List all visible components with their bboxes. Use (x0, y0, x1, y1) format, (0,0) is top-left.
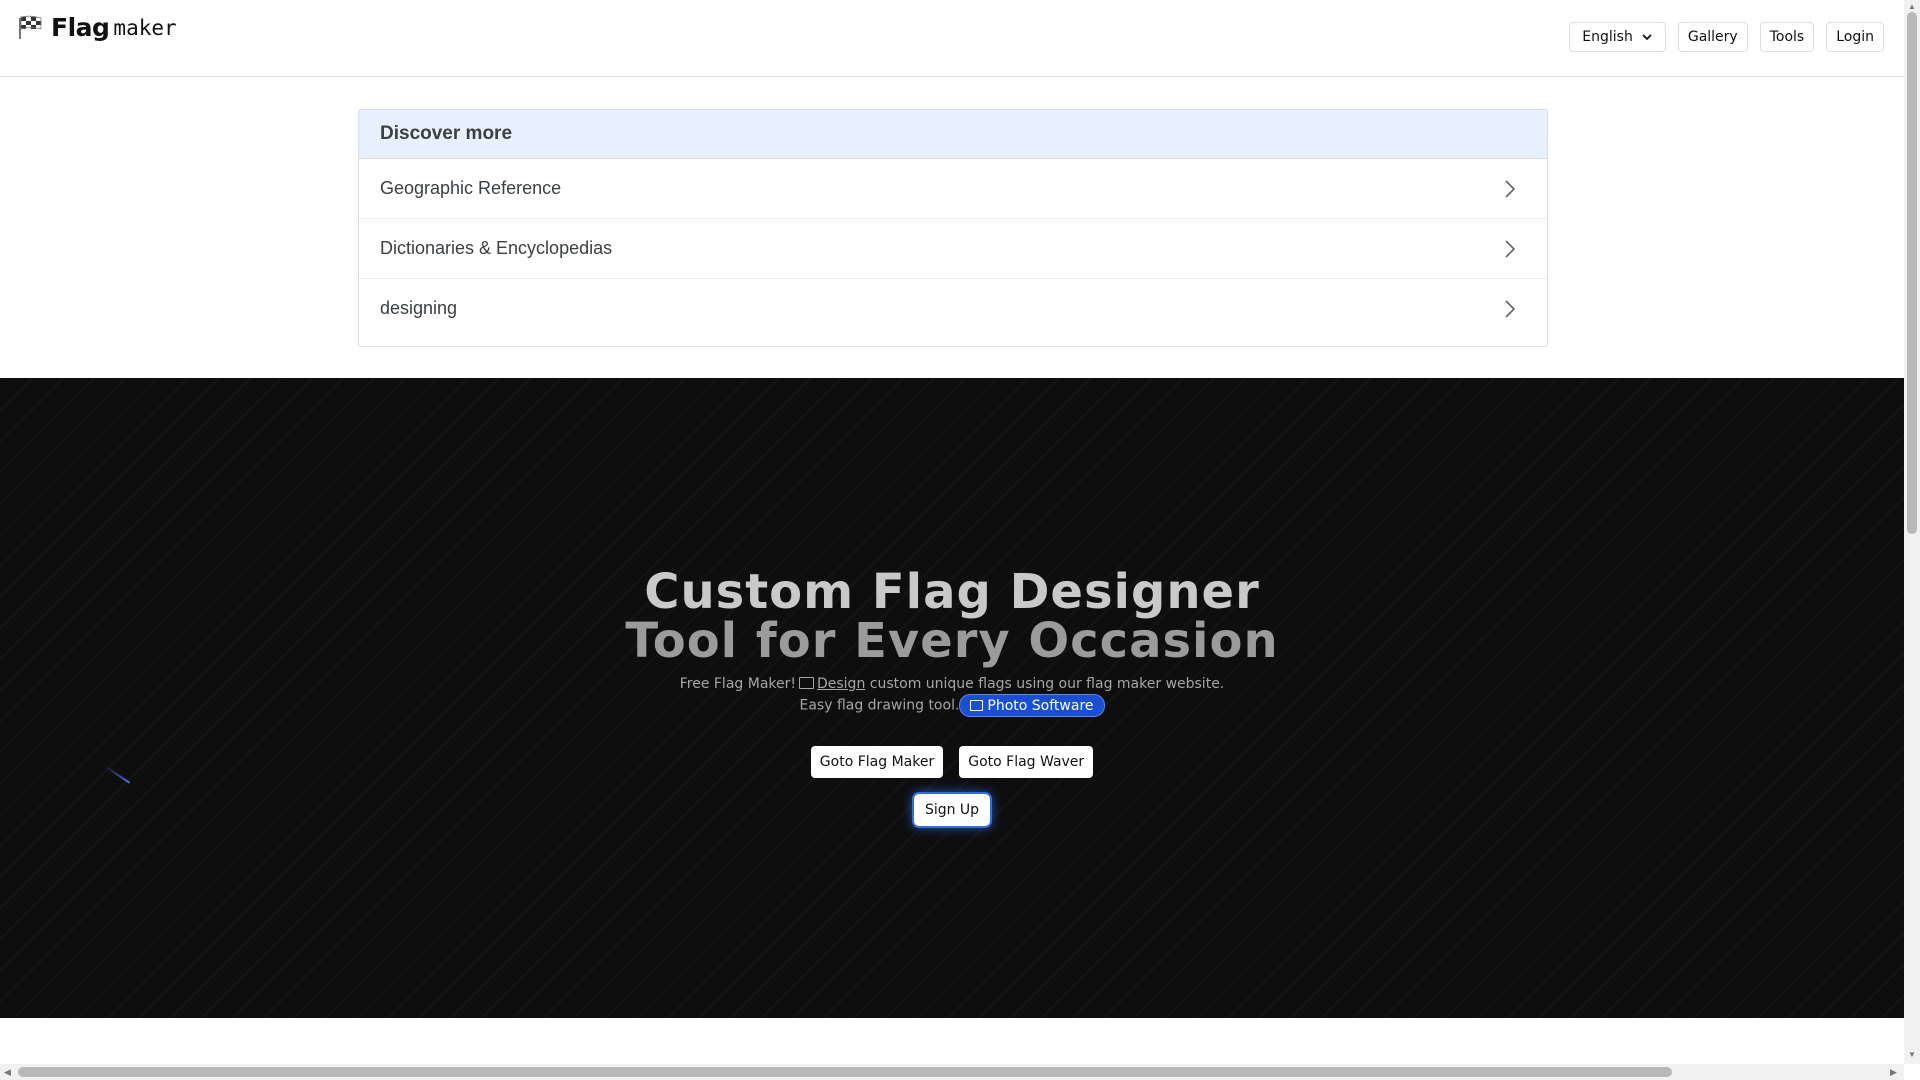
goto-flag-maker-button[interactable]: Goto Flag Maker (810, 746, 944, 778)
login-button[interactable]: Login (1826, 22, 1884, 52)
hero-section: Custom Flag Designer Tool for Every Occa… (0, 378, 1904, 1018)
hero-title-line2: Tool for Every Occasion (625, 613, 1279, 669)
nav-buttons: English Gallery Tools Login (1569, 22, 1884, 52)
vertical-scrollbar[interactable]: ▲ ▼ (1904, 0, 1920, 1064)
scroll-right-arrow-icon[interactable]: ▶ (1890, 1067, 1897, 1078)
discover-item-label: designing (380, 298, 458, 318)
discover-item-dictionaries[interactable]: Dictionaries & Encyclopedias (359, 219, 1547, 279)
language-label: English (1582, 29, 1633, 45)
goto-flag-waver-button[interactable]: Goto Flag Waver (959, 746, 1094, 778)
hero-title: Custom Flag Designer Tool for Every Occa… (0, 568, 1904, 666)
logo-text-maker: maker (113, 15, 177, 40)
chevron-right-icon (1505, 299, 1516, 318)
horizontal-scrollbar[interactable]: ◀ ▶ (0, 1064, 1904, 1080)
discover-item-label: Dictionaries & Encyclopedias (380, 238, 613, 258)
image-icon (970, 700, 984, 711)
language-select[interactable]: English (1569, 22, 1666, 52)
sign-up-button[interactable]: Sign Up (913, 794, 991, 826)
chevron-down-icon (1642, 34, 1652, 41)
subtitle-text-2: custom unique flags using our flag maker… (869, 676, 1225, 692)
discover-more-panel: Discover more Geographic Reference Dicti… (358, 109, 1548, 347)
site-logo[interactable]: Flag maker (17, 14, 177, 40)
discover-item-geographic-reference[interactable]: Geographic Reference (359, 159, 1547, 219)
vertical-scroll-thumb[interactable] (1907, 12, 1917, 534)
scroll-down-arrow-icon[interactable]: ▼ (1908, 1050, 1916, 1059)
keyboard-icon (798, 677, 814, 689)
photo-software-label: Photo Software (987, 697, 1094, 714)
horizontal-scroll-thumb[interactable] (18, 1067, 1672, 1077)
checkered-flag-icon (19, 15, 42, 39)
discover-more-title: Discover more (359, 110, 1547, 159)
chevron-right-icon (1505, 239, 1516, 258)
discover-item-designing[interactable]: designing (359, 279, 1547, 338)
logo-text-flag: Flag (51, 13, 110, 42)
scroll-up-arrow-icon[interactable]: ▲ (1908, 2, 1916, 11)
hero-title-line1: Custom Flag Designer (644, 564, 1260, 620)
hero-subtitle: Free Flag Maker! Design custom unique fla… (0, 674, 1904, 717)
subtitle-text-1: Free Flag Maker! (679, 676, 796, 692)
discover-item-label: Geographic Reference (380, 178, 562, 198)
tools-button[interactable]: Tools (1759, 22, 1815, 52)
design-link[interactable]: Design (817, 676, 865, 692)
chevron-right-icon (1505, 179, 1516, 198)
scroll-left-arrow-icon[interactable]: ◀ (4, 1067, 11, 1078)
top-nav-bar: Flag maker English Gallery Tools Login (0, 0, 1904, 77)
photo-software-pill[interactable]: Photo Software (959, 694, 1105, 717)
hero-button-row: Goto Flag Maker Goto Flag Waver (0, 746, 1904, 778)
gallery-button[interactable]: Gallery (1677, 22, 1748, 52)
subtitle-text-3: Easy flag drawing tool. (799, 697, 960, 714)
signup-row: Sign Up (0, 794, 1904, 826)
